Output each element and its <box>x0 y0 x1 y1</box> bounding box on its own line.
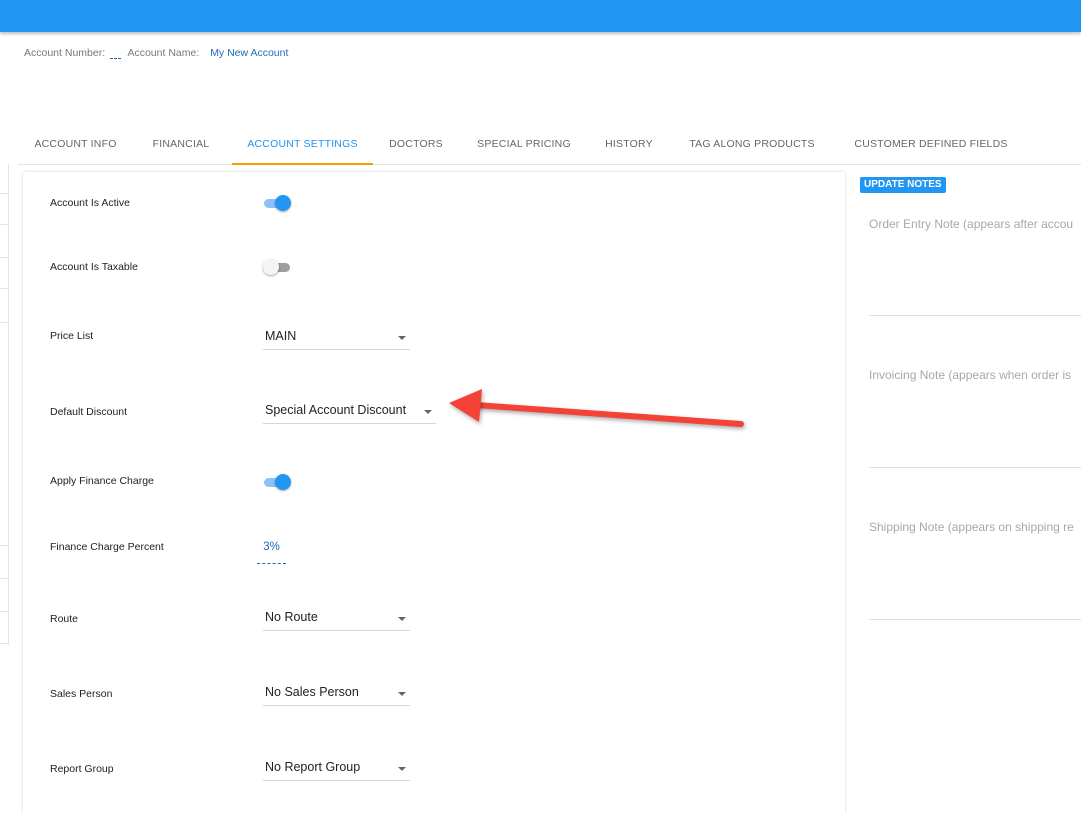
annotation-arrow <box>449 389 744 427</box>
